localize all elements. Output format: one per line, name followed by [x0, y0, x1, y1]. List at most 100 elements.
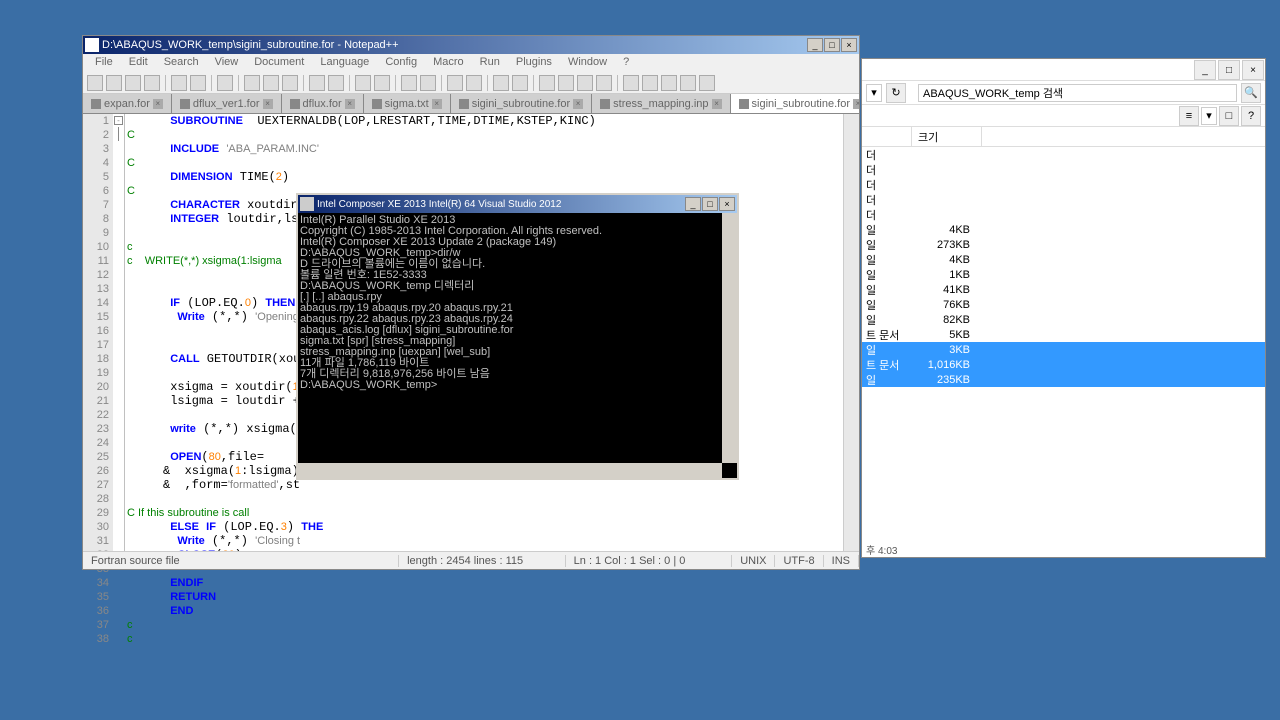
redo-button[interactable] — [328, 75, 344, 91]
cut-button[interactable] — [244, 75, 260, 91]
sync-h-button[interactable] — [466, 75, 482, 91]
open-button[interactable] — [106, 75, 122, 91]
minimize-button[interactable]: _ — [1194, 60, 1216, 80]
tab-1[interactable]: dflux_ver1.for× — [172, 94, 282, 113]
tabclose-icon[interactable]: × — [573, 99, 583, 109]
save-button[interactable] — [125, 75, 141, 91]
col-type[interactable] — [862, 127, 912, 146]
search-input[interactable] — [918, 84, 1237, 102]
close-button[interactable]: × — [841, 38, 857, 52]
indent-button[interactable] — [539, 75, 555, 91]
menu-file[interactable]: File — [87, 54, 121, 72]
menu-config[interactable]: Config — [377, 54, 425, 72]
list-item[interactable]: 일4KB — [862, 252, 1265, 267]
tab-2[interactable]: dflux.for× — [282, 94, 364, 113]
allchars-button[interactable] — [512, 75, 528, 91]
maximize-button[interactable]: □ — [824, 38, 840, 52]
closeall-button[interactable] — [190, 75, 206, 91]
tab-6[interactable]: sigini_subroutine.for× — [731, 94, 859, 113]
list-item[interactable]: 일235KB — [862, 372, 1265, 387]
tab-3[interactable]: sigma.txt× — [364, 94, 451, 113]
tabclose-icon[interactable]: × — [263, 99, 273, 109]
find-button[interactable] — [355, 75, 371, 91]
help-button[interactable]: ? — [1241, 106, 1261, 126]
minimize-button[interactable]: _ — [807, 38, 823, 52]
stop-button[interactable] — [642, 75, 658, 91]
userdialog-button[interactable] — [577, 75, 593, 91]
npp-titlebar[interactable]: D:\ABAQUS_WORK_temp\sigini_subroutine.fo… — [83, 36, 859, 54]
savemacro-button[interactable] — [699, 75, 715, 91]
menu-run[interactable]: Run — [472, 54, 508, 72]
preview-button[interactable]: □ — [1219, 106, 1239, 126]
cmd-body[interactable]: Intel(R) Parallel Studio XE 2013Copyrigh… — [298, 213, 737, 478]
sync-v-button[interactable] — [447, 75, 463, 91]
fold-column[interactable]: - — [113, 114, 125, 551]
menu-help[interactable]: ? — [615, 54, 637, 72]
menu-document[interactable]: Document — [246, 54, 312, 72]
view-button[interactable]: ≡ — [1179, 106, 1199, 126]
cmd-scrollbar-h[interactable] — [298, 463, 722, 478]
outdent-button[interactable] — [558, 75, 574, 91]
zoomout-button[interactable] — [420, 75, 436, 91]
list-item[interactable]: 일76KB — [862, 297, 1265, 312]
list-item[interactable]: 더 — [862, 177, 1265, 192]
list-item[interactable]: 트 문서1,016KB — [862, 357, 1265, 372]
list-item[interactable]: 일41KB — [862, 282, 1265, 297]
tab-4[interactable]: sigini_subroutine.for× — [451, 94, 592, 113]
tabclose-icon[interactable]: × — [345, 99, 355, 109]
funclist-button[interactable] — [596, 75, 612, 91]
list-item[interactable]: 더 — [862, 147, 1265, 162]
menu-plugins[interactable]: Plugins — [508, 54, 560, 72]
tabclose-icon[interactable]: × — [153, 99, 163, 109]
replace-button[interactable] — [374, 75, 390, 91]
zoomin-button[interactable] — [401, 75, 417, 91]
wordwrap-button[interactable] — [493, 75, 509, 91]
menu-macro[interactable]: Macro — [425, 54, 472, 72]
maximize-button[interactable]: □ — [702, 197, 718, 211]
close-button[interactable]: × — [719, 197, 735, 211]
menu-window[interactable]: Window — [560, 54, 615, 72]
saveall-button[interactable] — [144, 75, 160, 91]
list-item[interactable]: 일4KB — [862, 222, 1265, 237]
list-item[interactable]: 일3KB — [862, 342, 1265, 357]
editor-scrollbar[interactable] — [843, 114, 859, 551]
cmd-scrollbar-v[interactable] — [722, 213, 737, 463]
record-button[interactable] — [623, 75, 639, 91]
print-button[interactable] — [217, 75, 233, 91]
list-item[interactable]: 트 문서5KB — [862, 327, 1265, 342]
list-item[interactable]: 일273KB — [862, 237, 1265, 252]
close-button[interactable]: × — [1242, 60, 1264, 80]
menu-search[interactable]: Search — [156, 54, 207, 72]
cmd-titlebar[interactable]: Intel Composer XE 2013 Intel(R) 64 Visua… — [298, 195, 737, 213]
tabclose-icon[interactable]: × — [712, 99, 722, 109]
close-file-button[interactable] — [171, 75, 187, 91]
list-item[interactable]: 일82KB — [862, 312, 1265, 327]
list-item[interactable]: 더 — [862, 162, 1265, 177]
tab-5[interactable]: stress_mapping.inp× — [592, 94, 730, 113]
tabclose-icon[interactable]: × — [432, 99, 442, 109]
maximize-button[interactable]: □ — [1218, 60, 1240, 80]
cmd-icon — [300, 197, 314, 211]
explorer-titlebar[interactable]: _ □ × — [862, 59, 1265, 81]
undo-button[interactable] — [309, 75, 325, 91]
tab-0[interactable]: expan.for× — [83, 94, 172, 113]
list-item[interactable]: 더 — [862, 207, 1265, 222]
playmulti-button[interactable] — [680, 75, 696, 91]
menu-edit[interactable]: Edit — [121, 54, 156, 72]
refresh-button[interactable]: ↻ — [886, 83, 906, 103]
copy-button[interactable] — [263, 75, 279, 91]
new-button[interactable] — [87, 75, 103, 91]
col-size[interactable]: 크기 — [912, 127, 982, 146]
menu-view[interactable]: View — [207, 54, 247, 72]
list-item[interactable]: 더 — [862, 192, 1265, 207]
chevron-down-icon[interactable]: ▾ — [1201, 107, 1217, 125]
list-item[interactable]: 일1KB — [862, 267, 1265, 282]
play-button[interactable] — [661, 75, 677, 91]
minimize-button[interactable]: _ — [685, 197, 701, 211]
chevron-down-icon[interactable]: ▾ — [866, 84, 882, 102]
search-icon[interactable]: 🔍 — [1241, 83, 1261, 103]
tabclose-icon[interactable]: × — [853, 99, 859, 109]
menu-language[interactable]: Language — [312, 54, 377, 72]
paste-button[interactable] — [282, 75, 298, 91]
cell-type: 일 — [862, 222, 912, 238]
